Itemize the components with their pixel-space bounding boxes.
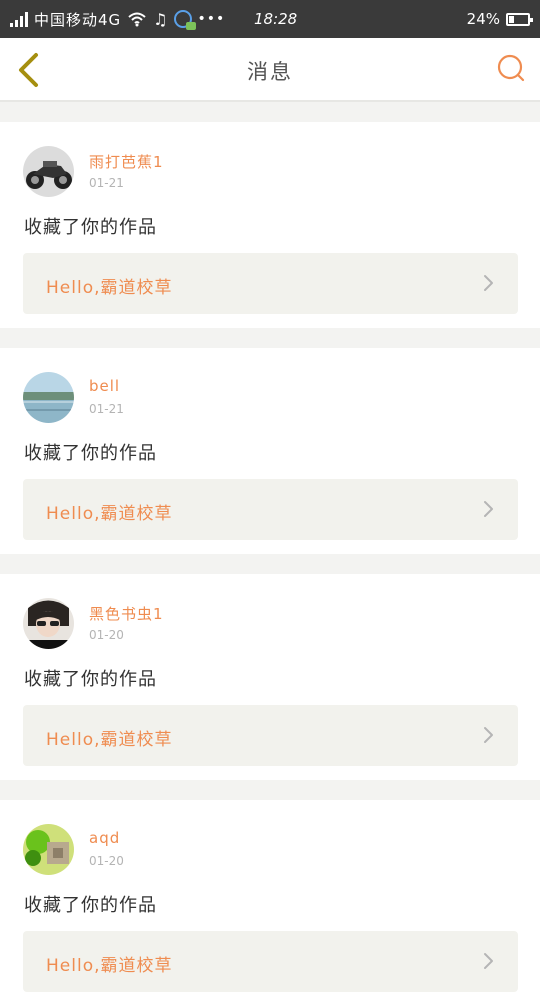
message-card: bell 01-21 收藏了你的作品 Hello,霸道校草	[0, 348, 540, 554]
message-card: 黑色书虫1 01-20 收藏了你的作品 Hello,霸道校草	[0, 574, 540, 780]
message-date: 01-21	[89, 176, 124, 190]
message-text: 收藏了你的作品	[24, 895, 157, 916]
chevron-right-icon	[484, 501, 493, 517]
signal-icon	[10, 11, 28, 27]
search-button[interactable]	[496, 53, 526, 83]
user-name[interactable]: 雨打芭蕉1	[89, 151, 164, 172]
message-text: 收藏了你的作品	[24, 669, 157, 690]
status-time: 18:28	[254, 10, 298, 28]
battery-percent: 24%	[466, 10, 500, 28]
work-title: Hello,霸道校草	[46, 278, 173, 298]
work-link[interactable]: Hello,霸道校草	[23, 479, 518, 540]
page-title: 消息	[247, 60, 293, 84]
work-link[interactable]: Hello,霸道校草	[23, 705, 518, 766]
message-date: 01-21	[89, 402, 124, 416]
message-date: 01-20	[89, 854, 124, 868]
status-bar: 中国移动4G ♫ ••• 18:28 24%	[0, 0, 540, 38]
person-avatar[interactable]	[23, 598, 74, 649]
music-icon: ♫	[153, 9, 168, 29]
work-title: Hello,霸道校草	[46, 956, 173, 976]
landscape-avatar[interactable]	[23, 372, 74, 423]
chat-notification-icon	[173, 10, 196, 30]
user-name[interactable]: bell	[89, 377, 120, 395]
message-text: 收藏了你的作品	[24, 217, 157, 238]
chevron-right-icon	[484, 275, 493, 291]
work-link[interactable]: Hello,霸道校草	[23, 253, 518, 314]
message-text: 收藏了你的作品	[24, 443, 157, 464]
message-card: aqd 01-20 收藏了你的作品 Hello,霸道校草	[0, 800, 540, 1006]
motorcycle-avatar[interactable]	[23, 146, 74, 197]
green-object-avatar[interactable]	[23, 824, 74, 875]
search-icon	[497, 54, 525, 82]
work-title: Hello,霸道校草	[46, 730, 173, 750]
carrier-label: 中国移动4G	[34, 10, 122, 29]
more-notifications-icon: •••	[197, 11, 226, 27]
battery-icon	[506, 12, 533, 26]
user-name[interactable]: aqd	[89, 829, 120, 847]
message-date: 01-20	[89, 628, 124, 642]
app-header: 消息	[0, 38, 540, 102]
work-title: Hello,霸道校草	[46, 504, 173, 524]
chevron-right-icon	[484, 727, 493, 743]
wifi-icon	[127, 11, 147, 27]
chevron-right-icon	[484, 953, 493, 969]
user-name[interactable]: 黑色书虫1	[89, 603, 164, 624]
message-card: 雨打芭蕉1 01-21 收藏了你的作品 Hello,霸道校草	[0, 122, 540, 328]
work-link[interactable]: Hello,霸道校草	[23, 931, 518, 992]
message-list: 雨打芭蕉1 01-21 收藏了你的作品 Hello,霸道校草 bell 01-2…	[0, 102, 540, 1006]
